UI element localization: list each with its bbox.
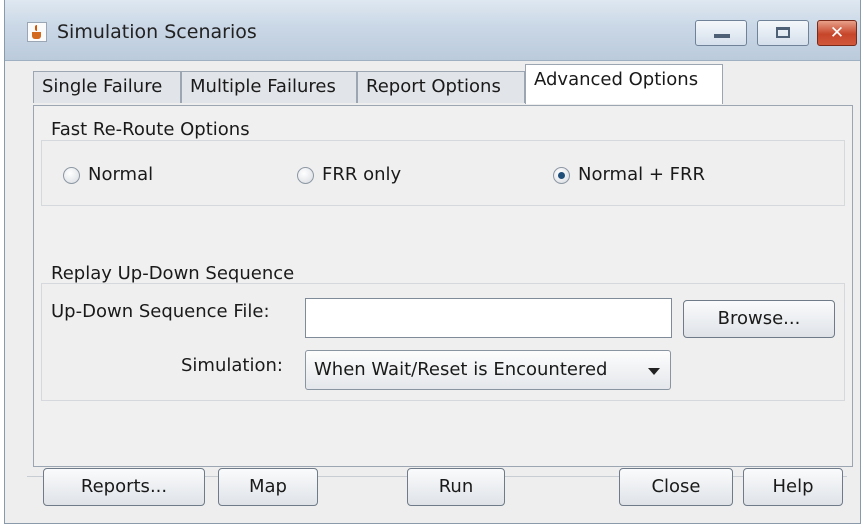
maximize-button[interactable] [757, 20, 809, 46]
simulation-label: Simulation: [181, 355, 283, 376]
close-window-button[interactable]: ✕ [817, 20, 857, 46]
map-button[interactable]: Map [218, 468, 318, 506]
close-button[interactable]: Close [619, 468, 733, 506]
tab-advanced-options[interactable]: Advanced Options [525, 64, 723, 104]
java-cup-icon [27, 22, 47, 42]
minimize-icon [714, 34, 730, 38]
close-icon: ✕ [829, 23, 845, 43]
radio-selected-icon [553, 167, 570, 184]
window-title: Simulation Scenarios [57, 21, 257, 43]
fast-reroute-group-title: Fast Re-Route Options [51, 119, 250, 140]
title-bar[interactable]: Simulation Scenarios ✕ [5, 0, 860, 61]
radio-unselected-icon [297, 167, 314, 184]
replay-group-title: Replay Up-Down Sequence [51, 263, 295, 284]
up-down-file-input[interactable] [305, 298, 672, 338]
maximize-icon [776, 27, 790, 38]
up-down-file-label: Up-Down Sequence File: [51, 301, 270, 322]
help-button[interactable]: Help [743, 468, 843, 506]
tab-single-failure[interactable]: Single Failure [33, 71, 181, 103]
simulation-select[interactable]: When Wait/Reset is Encountered [305, 350, 671, 390]
tab-report-options[interactable]: Report Options [357, 71, 525, 103]
fast-reroute-group [41, 140, 845, 206]
tab-multiple-failures[interactable]: Multiple Failures [181, 71, 357, 103]
simulation-scenarios-window: Simulation Scenarios ✕ Single Failure Mu… [4, 0, 861, 524]
minimize-button[interactable] [695, 20, 747, 46]
run-button[interactable]: Run [407, 468, 505, 506]
browse-button[interactable]: Browse... [683, 300, 835, 338]
radio-unselected-icon [63, 167, 80, 184]
chevron-down-icon [648, 368, 660, 375]
reports-button[interactable]: Reports... [43, 468, 205, 506]
